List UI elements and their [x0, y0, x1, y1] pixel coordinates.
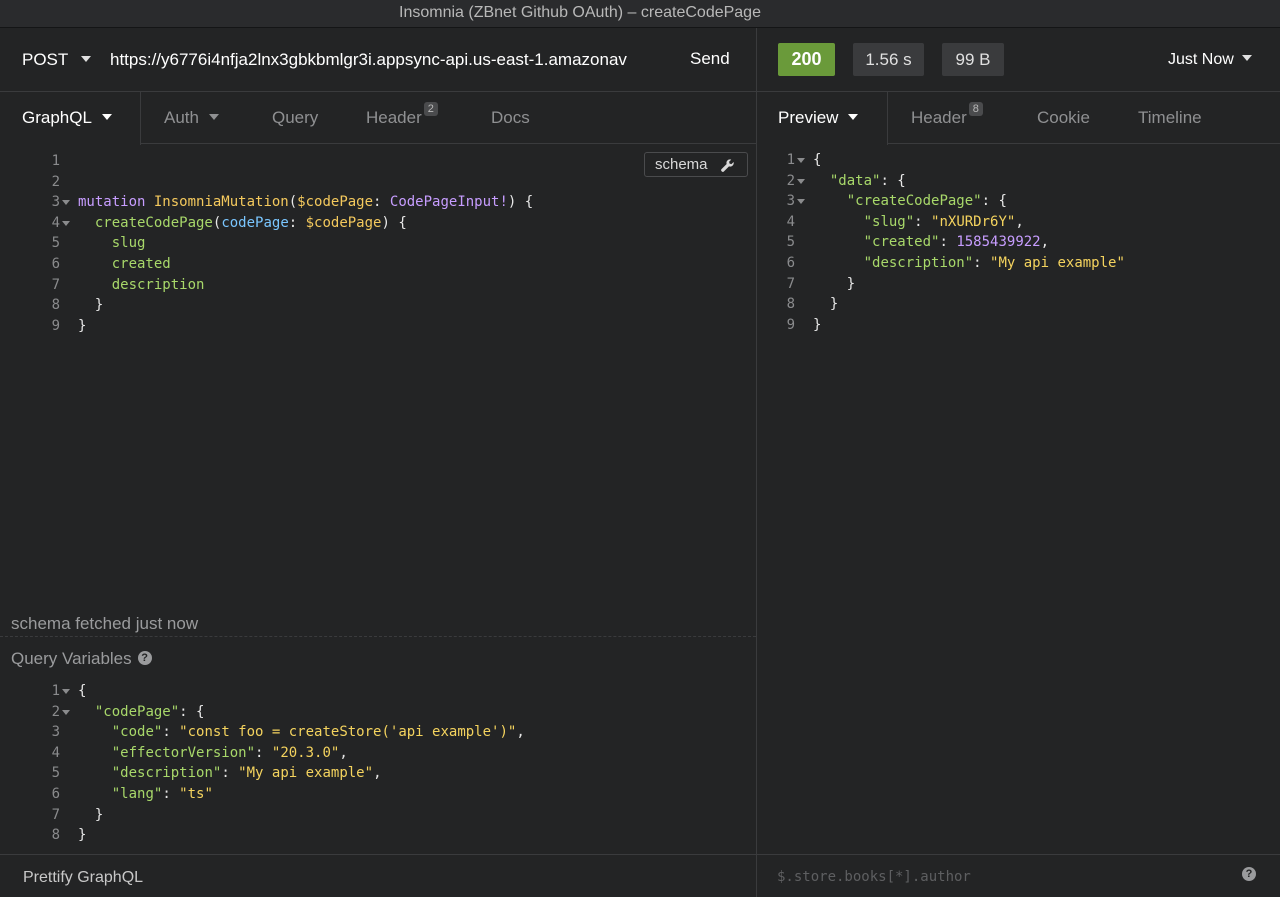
- tab-auth[interactable]: Auth: [164, 108, 219, 128]
- schema-button[interactable]: schema: [644, 152, 748, 177]
- method-dropdown[interactable]: POST: [22, 50, 68, 70]
- graphql-editor[interactable]: 1 2 3 mutation InsomniaMutation($codePage…: [0, 151, 640, 336]
- response-history-dropdown[interactable]: Just Now: [1168, 51, 1252, 69]
- code-line: 8}: [51, 827, 87, 844]
- code-line: 2: [51, 173, 60, 190]
- code-line: 4 "effectorVersion": "20.3.0",: [51, 744, 348, 761]
- header-count-badge: 8: [968, 102, 983, 116]
- response-body-viewer[interactable]: 1{ 2 "data": { 3 "createCodePage": { 4 "…: [735, 150, 1255, 335]
- code-line: 7 description: [51, 276, 205, 293]
- send-button[interactable]: Send: [690, 49, 730, 69]
- window-title: Insomnia (ZBnet Github OAuth) – createCo…: [399, 4, 761, 21]
- schema-status-text: schema fetched just now: [11, 614, 199, 633]
- code-line: 7 }: [786, 275, 856, 292]
- fold-arrow-icon[interactable]: [62, 689, 70, 694]
- fold-arrow-icon[interactable]: [62, 220, 70, 226]
- help-icon[interactable]: ?: [1242, 867, 1256, 881]
- header-count-badge: 2: [423, 102, 438, 116]
- fold-arrow-icon[interactable]: [797, 199, 805, 205]
- prettify-graphql-button[interactable]: Prettify GraphQL: [23, 869, 143, 887]
- code-line: 2 "data": {: [786, 172, 906, 189]
- response-footer: $.store.books[*].author ?: [757, 854, 1280, 897]
- tab-graphql[interactable]: GraphQL: [22, 108, 112, 128]
- fold-arrow-icon[interactable]: [62, 200, 70, 206]
- tab-query[interactable]: Query: [272, 108, 318, 128]
- query-variables-title: Query Variables?: [11, 649, 152, 669]
- wrench-icon: [721, 159, 734, 172]
- code-line: 6 "description": "My api example": [786, 254, 1125, 271]
- tab-preview[interactable]: Preview: [778, 108, 859, 128]
- code-line: 6 created: [51, 255, 171, 272]
- fold-arrow-icon[interactable]: [797, 178, 805, 184]
- code-line: 6 "lang": "ts": [51, 785, 213, 802]
- caret-down-icon: [208, 114, 219, 121]
- code-line: 3 "code": "const foo = createStore('api …: [51, 724, 525, 741]
- url-input[interactable]: https://y6776i4nfja2lnx3gbkbmlgr3i.appsy…: [110, 50, 668, 70]
- code-line: 7 }: [51, 806, 104, 823]
- code-line: 5 "description": "My api example",: [51, 765, 382, 782]
- fold-arrow-icon[interactable]: [62, 709, 70, 715]
- tab-docs[interactable]: Docs: [491, 108, 530, 128]
- caret-down-icon: [1241, 55, 1252, 62]
- tab-header[interactable]: Header 2: [366, 102, 438, 128]
- caret-down-icon: [848, 114, 859, 121]
- code-line: 5 "created": 1585439922,: [786, 234, 1050, 251]
- tab-cookie[interactable]: Cookie: [1037, 108, 1090, 128]
- code-line: 8 }: [786, 296, 839, 313]
- request-footer: Prettify GraphQL: [0, 854, 756, 897]
- status-code-badge: 200: [778, 43, 835, 76]
- code-line: 4 createCodePage(codePage: $codePage) {: [51, 214, 407, 231]
- window-titlebar: Insomnia (ZBnet Github OAuth) – createCo…: [0, 0, 1280, 28]
- tab-response-header[interactable]: Header 8: [911, 102, 983, 128]
- response-size-badge: 99 B: [942, 43, 1004, 76]
- code-line: 1: [51, 153, 60, 169]
- code-line: 5 slug: [51, 235, 146, 252]
- code-line: 3 mutation InsomniaMutation($codePage: Co…: [51, 194, 534, 211]
- url-bar: POST https://y6776i4nfja2lnx3gbkbmlgr3i.…: [0, 28, 756, 92]
- tab-timeline[interactable]: Timeline: [1138, 108, 1202, 128]
- code-line: 9}: [51, 317, 87, 334]
- response-pane: 200 1.56 s 99 B Just Now Preview Header 8…: [757, 28, 1280, 897]
- response-filter-input[interactable]: $.store.books[*].author: [777, 869, 971, 885]
- fold-arrow-icon[interactable]: [797, 158, 805, 163]
- request-pane: POST https://y6776i4nfja2lnx3gbkbmlgr3i.…: [0, 28, 756, 897]
- code-line: 2 "codePage": {: [51, 703, 205, 720]
- query-variables-divider[interactable]: [0, 636, 756, 637]
- response-status-bar: 200 1.56 s 99 B Just Now: [757, 28, 1280, 92]
- code-line: 1{: [786, 152, 822, 168]
- code-line: 3 "createCodePage": {: [786, 193, 1007, 210]
- response-tabs: Preview Header 8 Cookie Timeline: [757, 92, 1280, 145]
- help-icon[interactable]: ?: [137, 651, 152, 666]
- code-line: 9}: [786, 316, 822, 333]
- query-variables-editor[interactable]: 1{ 2 "codePage": { 3 "code": "const foo …: [0, 681, 740, 846]
- code-line: 4 "slug": "nXURDr6Y",: [786, 213, 1024, 230]
- caret-down-icon[interactable]: [81, 56, 91, 62]
- request-tabs: GraphQL Auth Query Header 2 Docs: [0, 92, 756, 145]
- code-line: 1{: [51, 683, 87, 699]
- caret-down-icon: [101, 114, 112, 121]
- code-line: 8 }: [51, 297, 104, 314]
- response-time-badge: 1.56 s: [853, 43, 924, 76]
